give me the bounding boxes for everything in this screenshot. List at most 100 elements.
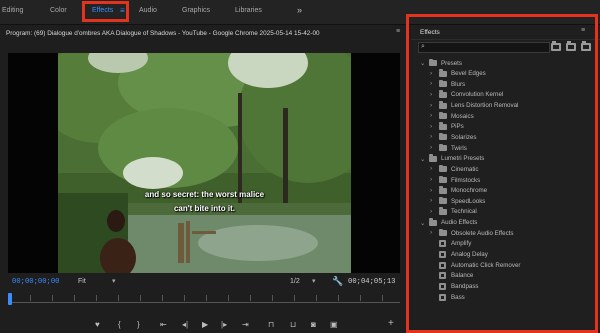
folder-icon [439,111,447,120]
chevron-down-icon[interactable]: ⌄ [420,59,425,67]
folder-icon [439,122,447,130]
chevron-right-icon[interactable]: › [430,112,432,119]
chevron-right-icon[interactable]: › [430,80,432,87]
wrench-icon[interactable]: 🔧 [332,276,343,287]
tab-graphics[interactable]: Graphics [182,7,210,14]
tab-editing[interactable]: Editing [2,7,23,14]
step-forward-icon[interactable]: |▸ [221,320,227,329]
button-editor-icon[interactable]: ▣ [330,320,338,329]
effects-tree-item[interactable]: ⌄ Lumetri Presets [411,154,600,165]
export-frame-icon[interactable]: ◙ [311,320,316,329]
folder-icon [439,164,447,173]
yuv-effects-icon[interactable] [581,41,591,51]
insert-icon[interactable]: ⊓ [268,320,274,329]
program-menu-icon[interactable]: ≡ [396,28,400,35]
effects-tree-item[interactable]: ⌄ Audio Effects [411,218,600,229]
ruler-line [8,302,400,303]
more-workspaces-icon[interactable]: » [297,5,302,15]
effects-tree-item[interactable]: › Filmstocks [411,175,600,186]
effects-tree-item[interactable]: Automatic Click Remover [411,260,600,271]
effects-tree-item-label: Amplify [451,240,472,248]
chevron-right-icon[interactable]: › [430,165,432,172]
accelerated-effects-icon[interactable] [551,41,561,51]
effects-tree-item-label: Cinematic [451,165,479,173]
effects-tree-item[interactable]: ⌄ Presets [411,58,600,69]
chevron-right-icon[interactable]: › [430,133,432,140]
effects-tree-item-label: Presets [441,59,462,67]
folder-icon [429,58,437,66]
effects-tree-item[interactable]: › Obsolete Audio Effects [411,228,600,239]
folder-icon [439,69,447,77]
effects-tree-item-label: Bevel Edges [451,70,486,78]
folder-icon [439,175,447,184]
effects-tree-item[interactable]: Balance [411,271,600,282]
effects-tree-item[interactable]: › Cinematic [411,164,600,175]
ruler-ticks [8,295,400,301]
effects-tree-item[interactable]: › Blurs [411,79,600,90]
folder-icon [439,143,447,152]
effects-tree-item[interactable]: Bandpass [411,281,600,292]
effects-tree-item-label: Analog Delay [451,251,488,259]
effects-tab-highlight [82,1,129,22]
overwrite-icon[interactable]: ⊔ [290,320,296,329]
effects-tree-item[interactable]: Analog Delay [411,250,600,261]
tab-libraries[interactable]: Libraries [235,7,262,14]
effects-tree-item-label: Filmstocks [451,176,481,184]
chevron-right-icon[interactable]: › [430,176,432,183]
chevron-right-icon[interactable]: › [430,197,432,204]
go-to-in-icon[interactable]: ⇤ [160,320,167,329]
folder-icon [439,186,447,194]
effects-panel-menu-icon[interactable]: ≡ [581,27,585,34]
playhead[interactable] [8,293,12,305]
mark-in-icon[interactable]: { [118,320,121,329]
chevron-down-icon[interactable]: ⌄ [420,219,425,227]
folder-icon [439,228,447,237]
effects-tree-item[interactable]: › PiPs [411,122,600,133]
tab-color[interactable]: Color [50,7,67,14]
time-ruler[interactable] [8,293,400,307]
effects-tree-item[interactable]: › Solarizes [411,132,600,143]
add-button-icon[interactable]: + [388,318,394,329]
subtitle-line-2: can't bite into it. [173,204,235,213]
transport-controls: ♥ { } ⇤ ◂| ▶ |▸ ⇥ ⊓ ⊔ ◙ ▣ + [0,318,407,333]
effects-tree-item[interactable]: › Convolution Kernel [411,90,600,101]
current-timecode[interactable]: 00;00;00;00 [12,278,59,286]
chevron-right-icon[interactable]: › [430,91,432,98]
chevron-right-icon[interactable]: › [430,144,432,151]
resolution-select[interactable]: 1/2 [290,278,300,285]
chevron-right-icon[interactable]: › [430,123,432,130]
effects-tree-item[interactable]: Amplify [411,239,600,250]
chevron-right-icon[interactable]: › [430,70,432,77]
effects-tree-item[interactable]: › SpeedLooks [411,196,600,207]
mark-out-icon[interactable]: } [137,320,140,329]
chevron-down-icon[interactable]: ▾ [312,277,316,285]
chevron-right-icon[interactable]: › [430,229,432,236]
effects-tree-item[interactable]: › Mosaics [411,111,600,122]
32bit-effects-icon[interactable] [566,41,576,51]
effects-tree-item[interactable]: › Twirls [411,143,600,154]
effects-panel-title[interactable]: Effects [420,29,440,36]
chevron-right-icon[interactable]: › [430,102,432,109]
zoom-select[interactable]: Fit [78,278,86,285]
step-back-icon[interactable]: ◂| [182,320,188,329]
effects-tree-item[interactable]: Bass [411,292,600,303]
chevron-down-icon[interactable]: ▾ [112,277,116,285]
subtitle-line-1: and so secret: the worst malice [144,190,265,199]
tab-audio[interactable]: Audio [139,7,157,14]
effects-search-input[interactable]: ⌕ [418,42,550,53]
effects-tree-item[interactable]: › Lens Distortion Removal [411,101,600,112]
effects-tree-item[interactable]: › Monochrome [411,186,600,197]
video-viewer[interactable]: and so secret: the worst malice can't bi… [8,53,400,273]
effects-tree: ⌄ Presets › Bevel Edges › Blurs › Convolution K… [411,58,600,303]
chevron-down-icon[interactable]: ⌄ [420,155,425,163]
play-icon[interactable]: ▶ [202,320,208,329]
video-frame: and so secret: the worst malice can't bi… [58,53,351,273]
chevron-right-icon[interactable]: › [430,187,432,194]
effects-tree-item-label: Automatic Click Remover [451,261,521,269]
go-to-out-icon[interactable]: ⇥ [242,320,249,329]
effects-tree-item-label: Mosaics [451,112,474,120]
effects-tree-item[interactable]: › Technical [411,207,600,218]
effects-tree-item[interactable]: › Bevel Edges [411,69,600,80]
add-marker-icon[interactable]: ♥ [95,320,100,329]
chevron-right-icon[interactable]: › [430,208,432,215]
